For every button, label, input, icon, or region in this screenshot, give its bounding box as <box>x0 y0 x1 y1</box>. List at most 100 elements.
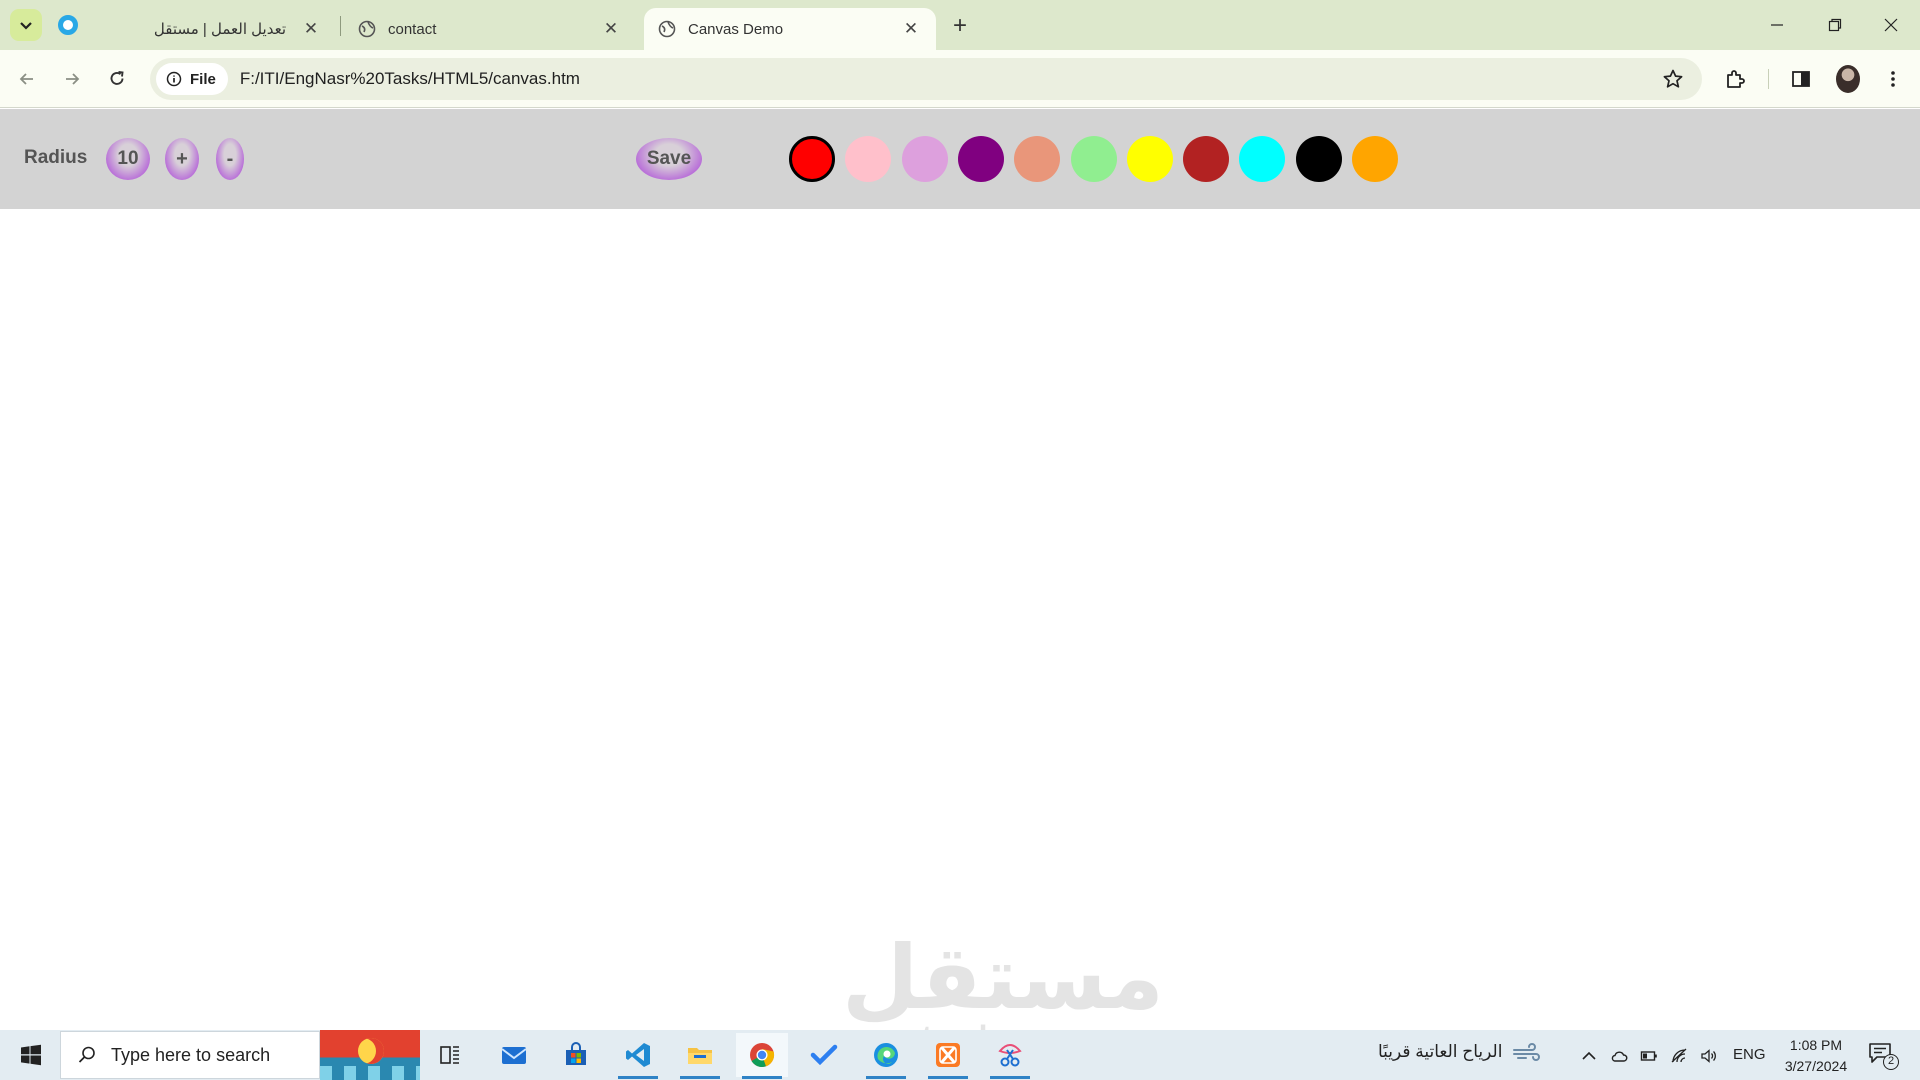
start-button[interactable] <box>10 1038 52 1072</box>
restore-button[interactable] <box>1806 0 1864 50</box>
taskbar-snipping-tool[interactable] <box>984 1033 1036 1079</box>
close-icon[interactable]: ✕ <box>600 18 622 40</box>
tab-title: تعديل العمل | مستقل <box>153 21 286 38</box>
news-widget[interactable] <box>320 1030 420 1080</box>
extensions-button[interactable] <box>1720 64 1750 94</box>
wifi-icon <box>1671 1048 1687 1063</box>
checkmark-icon <box>810 1044 838 1066</box>
url-text[interactable]: F:/ITI/EngNasr%20Tasks/HTML5/canvas.htm <box>240 69 580 89</box>
search-placeholder: Type here to search <box>111 1044 271 1065</box>
chevron-up-icon <box>1582 1051 1596 1060</box>
new-tab-button[interactable]: + <box>944 12 976 40</box>
wind-icon <box>1513 1043 1541 1061</box>
mail-icon <box>501 1047 527 1064</box>
clock[interactable]: 1:08 PM 3/27/2024 <box>1772 1035 1860 1077</box>
tab-contact[interactable]: contact ✕ <box>344 8 636 50</box>
tab-mostaql[interactable]: تعديل العمل | مستقل ✕ <box>96 8 336 50</box>
tab-canvas-demo[interactable]: Canvas Demo ✕ <box>644 8 936 50</box>
close-window-button[interactable] <box>1862 0 1920 50</box>
browser-toolbar: File F:/ITI/EngNasr%20Tasks/HTML5/canvas… <box>0 50 1920 108</box>
info-icon <box>166 71 182 87</box>
onedrive-button[interactable] <box>1608 1045 1630 1067</box>
waves-graphic <box>320 1066 420 1080</box>
weather-status[interactable]: الرياح العاتية قريبًا <box>1378 1042 1542 1062</box>
site-info-chip[interactable]: File <box>156 63 228 95</box>
tab-search-button[interactable] <box>10 9 42 41</box>
color-swatch[interactable] <box>958 136 1004 182</box>
taskbar-search[interactable]: Type here to search <box>60 1031 320 1079</box>
taskbar-todo[interactable] <box>798 1033 850 1077</box>
weather-text: الرياح العاتية قريبًا <box>1378 1042 1503 1061</box>
taskbar-chrome[interactable] <box>736 1033 788 1079</box>
address-bar[interactable]: File F:/ITI/EngNasr%20Tasks/HTML5/canvas… <box>150 58 1702 100</box>
windows-icon <box>21 1044 41 1066</box>
puzzle-icon <box>1727 70 1745 88</box>
star-icon[interactable] <box>1662 68 1684 90</box>
close-icon[interactable]: ✕ <box>300 18 322 40</box>
menu-button[interactable] <box>1878 64 1908 94</box>
search-icon <box>78 1046 95 1063</box>
task-view-button[interactable] <box>424 1033 476 1077</box>
taskbar-xampp[interactable] <box>922 1033 974 1079</box>
color-swatch[interactable] <box>1071 136 1117 182</box>
radius-value: 10 <box>106 138 150 180</box>
color-swatch[interactable] <box>789 136 835 182</box>
site-chip-label: File <box>190 70 216 88</box>
drawing-canvas[interactable] <box>0 209 1920 1029</box>
reload-button[interactable] <box>100 62 134 96</box>
color-swatch[interactable] <box>1296 136 1342 182</box>
folder-icon <box>688 1048 712 1064</box>
edge-icon <box>874 1043 898 1067</box>
restore-icon <box>1828 18 1842 32</box>
network-button[interactable] <box>1668 1045 1690 1067</box>
more-vertical-icon <box>1891 71 1895 87</box>
store-icon <box>566 1042 586 1065</box>
increase-radius-button[interactable]: + <box>165 138 199 180</box>
tab-group-icon[interactable] <box>58 15 78 35</box>
globe-icon <box>658 20 676 38</box>
taskbar-edge[interactable] <box>860 1033 912 1079</box>
crescent-moon-icon <box>358 1038 384 1064</box>
show-hidden-icons-button[interactable] <box>1578 1045 1600 1067</box>
volume-button[interactable] <box>1698 1045 1720 1067</box>
tab-strip: تعديل العمل | مستقل ✕ contact ✕ Canvas D… <box>0 0 1920 50</box>
back-button[interactable] <box>10 62 44 96</box>
taskbar-file-explorer[interactable] <box>674 1033 726 1079</box>
battery-button[interactable] <box>1638 1045 1660 1067</box>
chrome-icon <box>750 1043 775 1067</box>
tab-title: Canvas Demo <box>688 20 784 38</box>
clock-time: 1:08 PM <box>1789 1037 1843 1053</box>
color-swatch[interactable] <box>1183 136 1229 182</box>
close-icon <box>1884 18 1898 32</box>
close-icon[interactable]: ✕ <box>900 18 922 40</box>
clock-date: 3/27/2024 <box>1784 1058 1848 1074</box>
radius-label: Radius <box>24 147 88 168</box>
chevron-down-icon <box>20 22 32 30</box>
decrease-radius-button[interactable]: - <box>216 138 244 180</box>
color-swatch[interactable] <box>845 136 891 182</box>
taskbar-mail[interactable] <box>488 1033 540 1077</box>
minimize-icon <box>1771 24 1783 26</box>
minimize-button[interactable] <box>1748 0 1806 50</box>
task-view-icon <box>440 1046 459 1064</box>
battery-icon <box>1640 1051 1657 1061</box>
color-swatch[interactable] <box>1014 136 1060 182</box>
color-swatch[interactable] <box>1239 136 1285 182</box>
profile-avatar[interactable] <box>1836 65 1860 93</box>
xampp-icon <box>936 1043 960 1067</box>
notification-count: 2 <box>1883 1054 1899 1070</box>
cloud-icon <box>1611 1051 1628 1062</box>
color-swatch[interactable] <box>902 136 948 182</box>
input-language[interactable]: ENG <box>1733 1046 1766 1063</box>
arrow-left-icon <box>19 73 33 85</box>
save-button[interactable]: Save <box>636 138 702 180</box>
scissors-icon <box>998 1044 1022 1067</box>
taskbar-store[interactable] <box>550 1033 602 1077</box>
forward-button[interactable] <box>55 62 89 96</box>
side-panel-button[interactable] <box>1786 64 1816 94</box>
color-swatch[interactable] <box>1352 136 1398 182</box>
watermark-arabic: مستقل <box>842 926 1164 1029</box>
notification-center-button[interactable]: 2 <box>1868 1042 1902 1070</box>
taskbar-vscode[interactable] <box>612 1033 664 1079</box>
color-swatch[interactable] <box>1127 136 1173 182</box>
